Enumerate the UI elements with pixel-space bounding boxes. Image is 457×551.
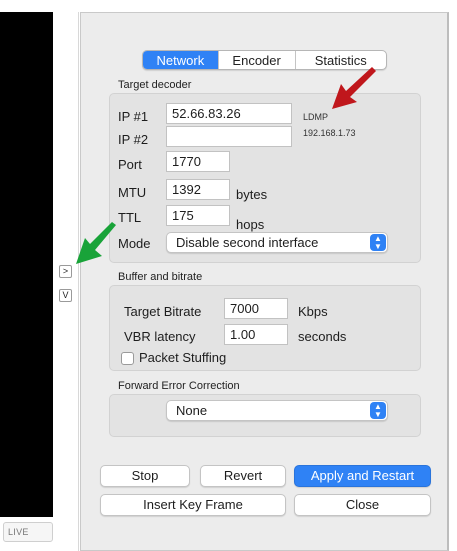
tab-network[interactable]: Network [143, 51, 218, 69]
mode-select[interactable]: Disable second interface ▲ ▼ [166, 232, 388, 253]
collapse-button[interactable]: V [59, 289, 72, 302]
green-annotation-arrow-icon [76, 222, 120, 266]
ttl-unit: hops [236, 217, 265, 232]
ip1-label: IP #1 [118, 109, 149, 124]
buffer-bitrate-label: Buffer and bitrate [118, 271, 203, 283]
ttl-field[interactable]: 175 [166, 205, 230, 226]
live-button[interactable]: LIVE [3, 522, 53, 542]
red-annotation-arrow-icon [330, 67, 380, 112]
ip2-label: IP #2 [118, 132, 149, 147]
close-button[interactable]: Close [294, 494, 431, 516]
vbr-latency-label: VBR latency [124, 329, 196, 344]
ttl-label: TTL [118, 210, 142, 225]
fec-select[interactable]: None ▲ ▼ [166, 400, 388, 421]
expand-button[interactable]: > [59, 265, 72, 278]
mode-label: Mode [118, 236, 151, 251]
fec-label: Forward Error Correction [118, 380, 240, 392]
apply-restart-button[interactable]: Apply and Restart [294, 465, 431, 487]
target-bitrate-label: Target Bitrate [124, 304, 202, 319]
tab-encoder[interactable]: Encoder [217, 51, 295, 69]
video-preview [0, 12, 53, 517]
packet-stuffing-checkbox[interactable] [121, 352, 134, 365]
revert-button[interactable]: Revert [200, 465, 286, 487]
ip1-field[interactable]: 52.66.83.26 [166, 103, 292, 124]
ip2-note: 192.168.1.73 [303, 128, 356, 138]
mode-select-value: Disable second interface [176, 235, 319, 250]
mtu-label: MTU [118, 185, 147, 200]
target-bitrate-unit: Kbps [298, 304, 328, 319]
mtu-field[interactable]: 1392 [166, 179, 230, 200]
vbr-latency-field[interactable]: 1.00 [224, 324, 288, 345]
fec-select-value: None [176, 403, 208, 418]
stop-button[interactable]: Stop [100, 465, 190, 487]
port-field[interactable]: 1770 [166, 151, 230, 172]
chevron-updown-icon: ▲ ▼ [370, 402, 386, 419]
target-decoder-label: Target decoder [118, 79, 192, 91]
ip1-note: LDMP [303, 112, 329, 122]
chevron-updown-icon: ▲ ▼ [370, 234, 386, 251]
packet-stuffing-label: Packet Stuffing [139, 350, 227, 365]
target-bitrate-field[interactable]: 7000 [224, 298, 288, 319]
vbr-latency-unit: seconds [298, 329, 347, 344]
ip2-field[interactable] [166, 126, 292, 147]
insert-key-frame-button[interactable]: Insert Key Frame [100, 494, 286, 516]
port-label: Port [118, 157, 142, 172]
mtu-unit: bytes [236, 187, 268, 202]
